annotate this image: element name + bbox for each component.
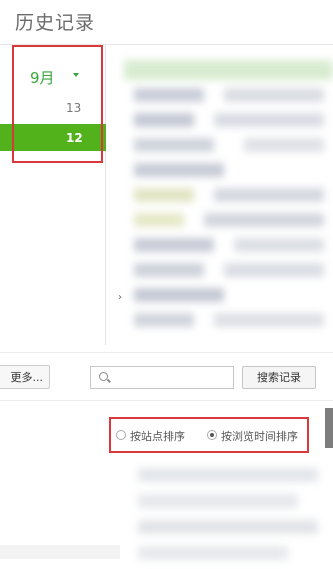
- history-detail-blurred: [118, 460, 333, 569]
- footer-strip: [0, 545, 120, 559]
- search-icon: [99, 372, 108, 381]
- search-button[interactable]: 搜索记录: [242, 366, 316, 389]
- chevron-right-icon[interactable]: ›: [118, 292, 122, 303]
- history-list-blurred: [124, 58, 333, 348]
- highlight-box-calendar: [12, 45, 103, 163]
- toolbar-divider: [0, 352, 333, 353]
- sort-by-site-label[interactable]: 按站点排序: [130, 428, 185, 444]
- sort-by-time-radio[interactable]: [207, 430, 217, 440]
- more-button[interactable]: 更多...: [0, 365, 50, 389]
- sort-by-time-label[interactable]: 按浏览时间排序: [221, 428, 298, 444]
- page-title: 历史记录: [15, 12, 96, 34]
- sort-by-site-radio[interactable]: [116, 430, 126, 440]
- search-input[interactable]: [90, 366, 234, 389]
- sort-divider: [0, 400, 333, 401]
- scrollbar[interactable]: [325, 408, 333, 448]
